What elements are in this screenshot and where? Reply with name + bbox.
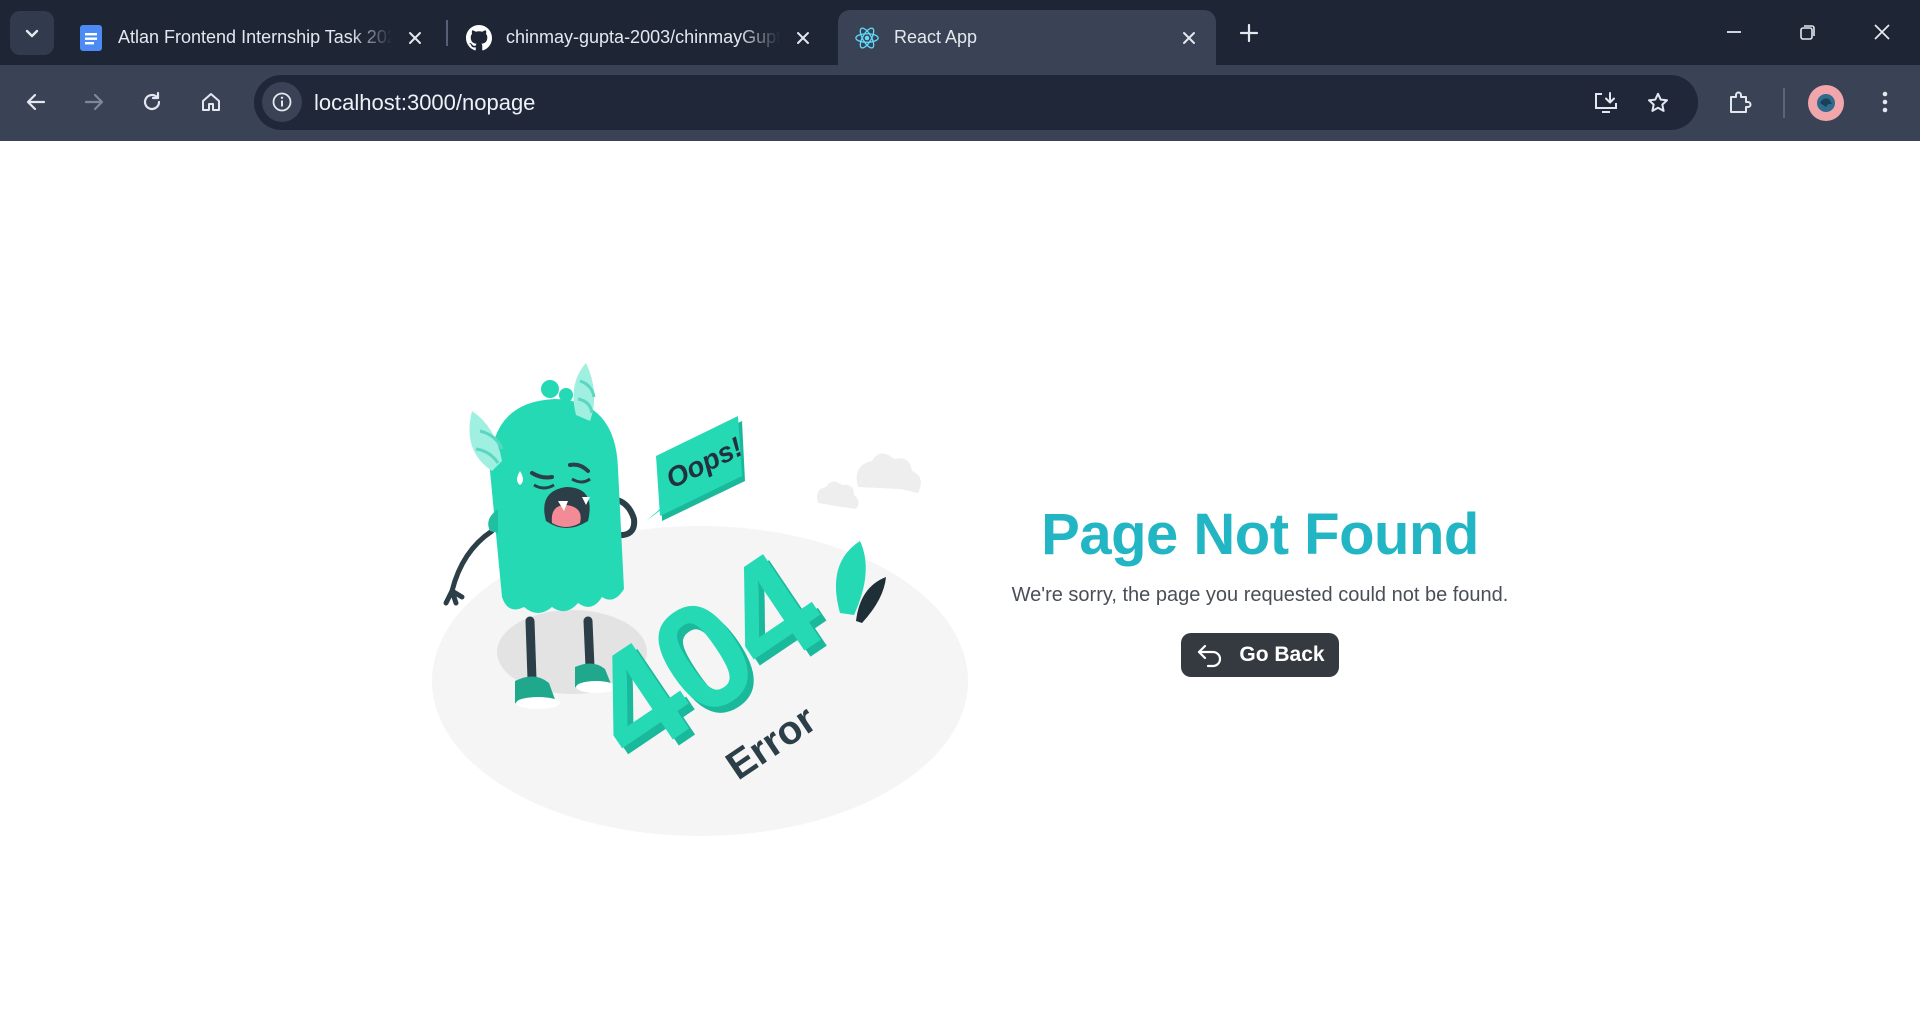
tab-title: Atlan Frontend Internship Task 2024 bbox=[118, 27, 392, 47]
reload-icon bbox=[143, 91, 161, 111]
puzzle-icon bbox=[1730, 91, 1752, 113]
bookmark-button[interactable] bbox=[1638, 83, 1678, 123]
plus-icon bbox=[1239, 23, 1259, 43]
toolbar-divider bbox=[1783, 88, 1785, 118]
star-icon bbox=[1648, 92, 1668, 112]
go-back-button[interactable]: Go Back bbox=[1181, 633, 1339, 677]
browser-toolbar: localhost:3000/nopage bbox=[0, 65, 1920, 141]
arrow-left-icon bbox=[26, 93, 46, 111]
restore-icon bbox=[1800, 25, 1815, 40]
github-icon bbox=[466, 24, 492, 51]
new-tab-button[interactable] bbox=[1232, 16, 1266, 50]
tab-strip: Atlan Frontend Internship Task 2024 chin… bbox=[0, 0, 1920, 65]
restore-button[interactable] bbox=[1785, 10, 1831, 54]
error-message: We're sorry, the page you requested coul… bbox=[1011, 584, 1509, 606]
info-icon bbox=[272, 92, 292, 112]
chevron-down-icon bbox=[25, 29, 39, 38]
url-host: localhost bbox=[314, 90, 401, 115]
more-vertical-icon bbox=[1882, 91, 1888, 113]
tab-docs[interactable]: Atlan Frontend Internship Task 2024 bbox=[62, 10, 442, 65]
avatar-icon bbox=[1817, 94, 1835, 112]
menu-button[interactable] bbox=[1865, 82, 1905, 122]
back-button[interactable] bbox=[16, 82, 56, 122]
forward-button[interactable] bbox=[74, 82, 114, 122]
tab-github[interactable]: chinmay-gupta-2003/chinmayGupta bbox=[450, 10, 830, 65]
close-icon[interactable] bbox=[402, 25, 428, 51]
minimize-icon bbox=[1727, 31, 1741, 33]
react-icon bbox=[854, 25, 880, 51]
not-found-content: Page Not Found We're sorry, the page you… bbox=[1000, 506, 1520, 677]
go-back-label: Go Back bbox=[1239, 643, 1325, 666]
undo-arrow-icon bbox=[1195, 640, 1225, 670]
home-icon bbox=[202, 93, 220, 111]
url-text[interactable]: localhost:3000/nopage bbox=[314, 75, 535, 130]
home-button[interactable] bbox=[191, 82, 231, 122]
tab-react-app[interactable]: React App bbox=[838, 10, 1216, 65]
404-illustration: Oops! 404 404 Error bbox=[432, 363, 968, 836]
tab-search-button[interactable] bbox=[10, 11, 54, 55]
reload-button[interactable] bbox=[132, 82, 172, 122]
close-icon bbox=[1874, 24, 1890, 40]
page-body: Oops! 404 404 Error Page Not Found We're… bbox=[0, 141, 1920, 1020]
address-bar[interactable]: localhost:3000/nopage bbox=[254, 75, 1698, 130]
arrow-right-icon bbox=[84, 93, 104, 111]
speech-bubble: Oops! bbox=[646, 416, 747, 521]
site-info-button[interactable] bbox=[262, 82, 302, 122]
cloud-icon bbox=[817, 453, 921, 509]
page-title: Page Not Found bbox=[1041, 502, 1479, 567]
tab-title: React App bbox=[894, 27, 978, 47]
close-icon[interactable] bbox=[1176, 25, 1202, 51]
close-icon[interactable] bbox=[790, 25, 816, 51]
install-icon bbox=[1595, 92, 1617, 113]
url-path: :3000/nopage bbox=[400, 90, 536, 115]
minimize-button[interactable] bbox=[1711, 10, 1757, 54]
extensions-button[interactable] bbox=[1719, 82, 1759, 122]
profile-avatar[interactable] bbox=[1808, 85, 1844, 121]
google-docs-icon bbox=[78, 24, 104, 51]
tab-separator bbox=[446, 20, 448, 46]
tab-title: chinmay-gupta-2003/chinmayGupta bbox=[506, 27, 780, 47]
close-window-button[interactable] bbox=[1859, 10, 1905, 54]
install-app-button[interactable] bbox=[1586, 83, 1626, 123]
